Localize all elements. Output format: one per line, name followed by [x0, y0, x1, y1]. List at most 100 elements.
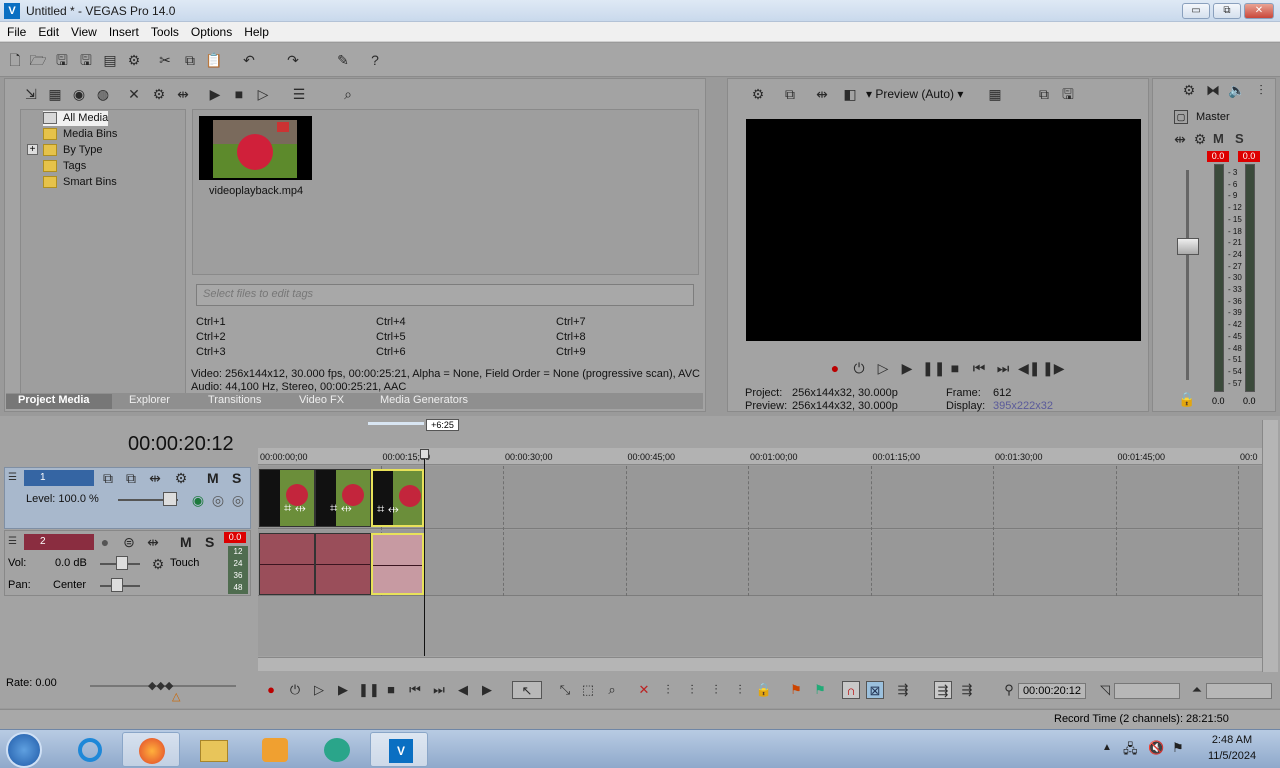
speaker-icon[interactable]: 🔈: [1228, 81, 1246, 99]
loop-icon[interactable]: ⏻: [286, 681, 304, 699]
copy-snapshot-icon[interactable]: ⧉: [1035, 85, 1053, 103]
overlays-icon[interactable]: ▦: [986, 85, 1004, 103]
next-frame-icon[interactable]: ❚▶: [1042, 359, 1065, 377]
playhead[interactable]: [424, 452, 425, 656]
trim-icon[interactable]: ⫶: [731, 681, 749, 699]
automation-mode[interactable]: Touch: [170, 557, 199, 569]
tab-transitions[interactable]: Transitions: [208, 394, 261, 406]
open-icon[interactable]: 🗁: [29, 51, 47, 69]
redo-icon[interactable]: ↷: [284, 51, 302, 69]
tree-smart-bins[interactable]: Smart Bins: [43, 175, 117, 190]
expand-icon[interactable]: +: [27, 144, 38, 155]
get-media-icon[interactable]: ◉: [70, 85, 88, 103]
horizontal-scrollbar[interactable]: [258, 657, 1278, 671]
ie-icon[interactable]: [60, 732, 118, 767]
auto-ripple-icon[interactable]: ⇶: [934, 681, 952, 699]
lock-icon[interactable]: 🔒: [755, 681, 773, 699]
tab-explorer[interactable]: Explorer: [129, 394, 170, 406]
prev-frame-icon[interactable]: ◀❚: [1018, 359, 1041, 377]
play-from-start-icon[interactable]: ▷: [874, 359, 892, 377]
selection-tool-icon[interactable]: ⬚: [579, 681, 597, 699]
split-icon[interactable]: ⇹: [174, 85, 192, 103]
tree-media-bins[interactable]: Media Bins: [43, 127, 117, 142]
collapse-icon[interactable]: ☰: [8, 536, 20, 548]
playhead-handle[interactable]: [420, 449, 429, 459]
master-solo-button[interactable]: S: [1235, 131, 1244, 146]
event-pan-crop-icon[interactable]: ⇶: [958, 681, 976, 699]
restore-button[interactable]: ⧉: [1213, 3, 1241, 19]
level-slider[interactable]: [163, 492, 177, 506]
trim-start-icon[interactable]: ⫶: [659, 681, 677, 699]
audio-fx-split-icon[interactable]: ⇹: [144, 533, 162, 551]
track-fx-icon[interactable]: ⚙: [172, 469, 190, 487]
minimize-button[interactable]: ▭: [1182, 3, 1210, 19]
menu-tools[interactable]: Tools: [144, 22, 184, 39]
tab-project-media[interactable]: Project Media: [6, 394, 112, 409]
menu-view[interactable]: View: [64, 22, 102, 39]
action-center-icon[interactable]: ⚑: [1172, 740, 1184, 756]
region-icon[interactable]: ⚑: [811, 681, 829, 699]
menu-options[interactable]: Options: [184, 22, 237, 39]
menu-edit[interactable]: Edit: [31, 22, 64, 39]
solo-button[interactable]: S: [232, 470, 241, 486]
capture-icon[interactable]: ▦: [46, 85, 64, 103]
auto-preview-icon[interactable]: ▷: [254, 85, 272, 103]
master-fx-split-icon[interactable]: ⇹: [1171, 130, 1189, 148]
pan-slider[interactable]: [111, 578, 123, 592]
next-frame-icon[interactable]: ▶: [478, 681, 496, 699]
marker-icon[interactable]: ⚑: [787, 681, 805, 699]
track-fx-split-icon[interactable]: ⇹: [146, 469, 164, 487]
prev-frame-icon[interactable]: ◀: [454, 681, 472, 699]
new-icon[interactable]: 🗋: [6, 51, 24, 69]
help-icon[interactable]: ?: [366, 51, 384, 69]
tree-tags[interactable]: Tags: [43, 159, 86, 174]
invert-phase-icon[interactable]: ⊜: [120, 533, 138, 551]
chat-app-icon[interactable]: [308, 732, 366, 767]
vertical-scrollbar[interactable]: [1262, 420, 1278, 672]
trim-end-icon[interactable]: ⫶: [683, 681, 701, 699]
lock-icon[interactable]: 🔒: [1178, 390, 1196, 408]
solo-button[interactable]: S: [205, 534, 214, 550]
selection-length-field[interactable]: [1206, 683, 1272, 699]
tag-input[interactable]: Select files to edit tags: [196, 284, 694, 306]
track-motion-icon[interactable]: ⧉: [99, 469, 117, 487]
external-monitor-icon[interactable]: ⧉: [781, 85, 799, 103]
compositing-mode-icon[interactable]: ◉: [189, 491, 207, 509]
paste-icon[interactable]: 📋: [205, 51, 223, 69]
copy-icon[interactable]: ⧉: [181, 51, 199, 69]
child-icon[interactable]: ◎: [229, 491, 247, 509]
automation-icon[interactable]: ⚙: [149, 555, 167, 573]
tab-video-fx[interactable]: Video FX: [299, 394, 344, 406]
explorer-icon[interactable]: [184, 732, 242, 767]
go-to-start-icon[interactable]: ⏮: [970, 359, 988, 377]
video-clip-selected[interactable]: ⌗ ⇹: [371, 469, 424, 527]
master-mute-button[interactable]: M: [1213, 131, 1224, 146]
network-icon[interactable]: 🖧: [1123, 740, 1138, 762]
stop-icon[interactable]: ■: [946, 359, 964, 377]
play-icon[interactable]: ▶: [206, 85, 224, 103]
stop-icon[interactable]: ■: [230, 85, 248, 103]
search-icon[interactable]: ⌕: [339, 85, 357, 103]
clock-date[interactable]: 11/5/2024: [1200, 750, 1264, 762]
vegas-taskbar-icon[interactable]: V: [370, 732, 428, 767]
audio-clip[interactable]: [259, 533, 315, 595]
auto-crossfade-icon[interactable]: ⊠: [866, 681, 884, 699]
import-media-icon[interactable]: ⇲: [22, 85, 40, 103]
loop-icon[interactable]: ⏻: [850, 359, 868, 377]
preview-quality-select[interactable]: ▾ Preview (Auto) ▾: [866, 87, 963, 101]
arm-record-icon[interactable]: ●: [96, 533, 114, 551]
close-button[interactable]: ✕: [1244, 3, 1274, 19]
video-clip[interactable]: ⌗ ⇹: [315, 469, 371, 527]
save-as-icon[interactable]: 🖫: [77, 51, 95, 69]
master-bypass-icon[interactable]: ▢: [1174, 110, 1188, 124]
tree-all-media[interactable]: All Media: [43, 111, 109, 126]
save-icon[interactable]: 🖫: [53, 51, 71, 69]
video-clip[interactable]: ⌗ ⇹: [259, 469, 315, 527]
play-icon[interactable]: ▶: [334, 681, 352, 699]
pause-icon[interactable]: ❚❚: [358, 681, 380, 699]
composite-icon[interactable]: ⧉: [122, 469, 140, 487]
views-icon[interactable]: ☰: [290, 85, 308, 103]
clock-time[interactable]: 2:48 AM: [1204, 734, 1260, 746]
undo-icon[interactable]: ↶: [240, 51, 258, 69]
menu-help[interactable]: Help: [237, 22, 274, 39]
